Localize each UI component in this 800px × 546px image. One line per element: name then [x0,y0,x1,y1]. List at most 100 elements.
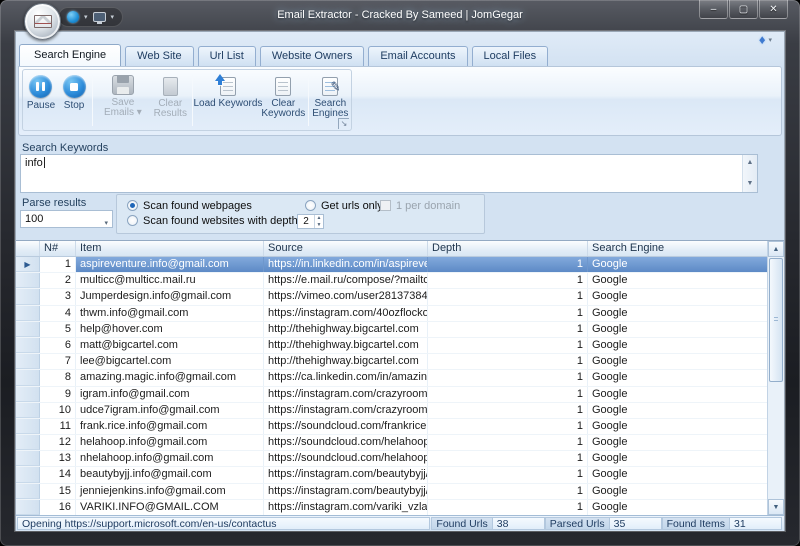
scroll-down-icon[interactable]: ▼ [768,499,784,515]
table-row[interactable]: 15 jenniejenkins.info@gmail.com https://… [16,483,767,500]
header-item[interactable]: Item [76,241,264,256]
table-row[interactable]: 7 lee@bigcartel.com http://thehighway.bi… [16,354,767,371]
cell-number: 13 [40,451,76,467]
table-row[interactable]: 3 Jumperdesign.info@gmail.com https://vi… [16,289,767,306]
cell-item: jenniejenkins.info@gmail.com [76,483,264,499]
parse-results-label: Parse results [22,197,87,209]
cell-source: http://thehighway.bigcartel.com [264,321,428,337]
cell-source: https://instagram.com/crazyroomss/ [264,386,428,402]
cell-search-engine: Google [592,290,628,303]
close-button[interactable]: ✕ [759,0,788,19]
table-row[interactable]: 10 udce7igram.info@gmail.com https://ins… [16,402,767,419]
parse-results-select[interactable]: 100 ▾ [20,210,113,228]
parsed-urls-label: Parsed Urls [544,517,610,530]
stop-button[interactable]: Stop [58,72,90,129]
cell-search-engine: Google [592,322,628,335]
maximize-button[interactable]: ▢ [729,0,758,19]
cell-item: nhelahoop.info@gmail.com [76,451,264,467]
row-indicator [16,483,40,499]
table-row[interactable]: 5 help@hover.com http://thehighway.bigca… [16,321,767,338]
cell-source: https://instagram.com/crazyroomss/ [264,402,428,418]
titlebar[interactable]: ▾ ▾ Email Extractor - Cracked By Sameed … [0,0,800,40]
tab-email-accounts[interactable]: Email Accounts [368,46,468,66]
keywords-scrollbar[interactable]: ▲ ▼ [742,155,757,192]
row-indicator [16,354,40,370]
cell-search-engine: Google [592,306,628,319]
cell-item: frank.rice.info@gmail.com [76,418,264,435]
ribbon-panel: Pause Stop Save Emails ▾ Clear Results L… [18,66,782,136]
scroll-up-icon[interactable]: ▲ [743,157,757,169]
header-source[interactable]: Source [264,241,428,256]
row-indicator [16,273,40,289]
cell-source: https://in.linkedin.com/in/aspireventure [264,257,428,273]
tab-web-site[interactable]: Web Site [125,46,194,66]
found-urls-value: 38 [492,517,545,530]
cell-number: 12 [40,435,76,451]
cell-number: 9 [40,386,76,402]
cell-source: https://vimeo.com/user28137384 [264,289,428,305]
cell-number: 7 [40,354,76,370]
tab-local-files[interactable]: Local Files [471,46,549,66]
table-row[interactable]: 13 nhelahoop.info@gmail.com https://soun… [16,451,767,468]
style-selector[interactable]: ♦ ▾ [758,32,772,47]
table-row[interactable]: 8 amazing.magic.info@gmail.com https://c… [16,370,767,387]
cell-depth: 1 [428,499,588,515]
cell-number: 4 [40,305,76,321]
cell-search-engine: Google [592,436,628,449]
radio-scan-depth[interactable] [127,215,138,226]
found-urls-label: Found Urls [431,517,493,530]
per-domain-checkbox[interactable] [380,200,391,211]
results-table: N# Item Source Depth Search Engine ▶ 1 a… [16,240,784,515]
table-row[interactable]: 14 beautybyjj.info@gmail.com https://ins… [16,467,767,484]
cell-depth: 1 [428,321,588,337]
table-row[interactable]: 16 VARIKI.INFO@GMAIL.COM https://instagr… [16,499,767,515]
stepper-arrows[interactable]: ▲ ▼ [314,215,323,228]
table-row[interactable]: 11 frank.rice.info@gmail.com https://sou… [16,418,767,436]
depth-stepper[interactable]: 2 ▲ ▼ [297,214,324,229]
app-menu-orb[interactable] [24,3,61,40]
minimize-button[interactable]: – [699,0,728,19]
cell-item: udce7igram.info@gmail.com [76,402,264,418]
cell-depth: 1 [428,467,588,483]
keywords-value: info [25,157,43,169]
table-row[interactable]: 9 igram.info@gmail.com https://instagram… [16,386,767,403]
cell-search-engine: Google [592,387,628,400]
gem-icon: ♦ [758,32,766,47]
scroll-up-icon[interactable]: ▲ [768,241,784,257]
load-keywords-icon [214,74,236,96]
table-row[interactable]: 2 multicc@multicc.mail.ru https://e.mail… [16,273,767,290]
pause-icon [29,75,53,98]
table-row[interactable]: 4 thwm.info@gmail.com https://instagram.… [16,305,767,322]
cell-search-engine: Google [592,484,628,497]
search-engines-icon: ✎ [322,77,342,96]
status-message: Opening https://support.microsoft.com/en… [17,517,431,530]
client-area: ♦ ▾ Search Engine Web Site Url List Webs… [15,31,785,531]
table-row[interactable]: 6 matt@bigcartel.com http://thehighway.b… [16,337,767,355]
search-keywords-input[interactable]: info ▲ ▼ [20,154,758,193]
load-keywords-button[interactable]: Load Keywords [193,72,262,129]
cell-depth: 1 [428,418,588,435]
pause-button[interactable]: Pause [24,72,58,129]
tab-website-owners[interactable]: Website Owners [259,46,365,66]
row-indicator [16,402,40,418]
tab-url-list[interactable]: Url List [197,46,256,66]
row-indicator [16,386,40,402]
spin-up-icon: ▲ [316,215,322,222]
header-number[interactable]: N# [40,241,76,256]
app-window: ▾ ▾ Email Extractor - Cracked By Sameed … [0,0,800,546]
table-row[interactable]: ▶ 1 aspireventure.info@gmail.com https:/… [16,257,767,274]
save-emails-button[interactable]: Save Emails ▾ [95,72,150,129]
clear-results-button[interactable]: Clear Results [151,72,190,129]
cell-source: https://e.mail.ru/compose/?mailto=mailt… [264,273,428,289]
clear-keywords-button[interactable]: Clear Keywords [261,72,306,129]
tab-search-engine[interactable]: Search Engine [19,44,122,66]
radio-get-urls-only[interactable] [305,200,316,211]
radio-scan-webpages[interactable] [127,200,138,211]
header-depth[interactable]: Depth [428,241,588,256]
scroll-down-icon[interactable]: ▼ [743,178,757,190]
table-scrollbar[interactable]: ▲ ▼ [767,241,784,515]
dialog-launcher-icon[interactable]: ↘ [338,118,349,129]
scrollbar-thumb[interactable] [769,258,783,382]
header-search-engine[interactable]: Search Engine [588,241,784,256]
table-row[interactable]: 12 helahoop.info@gmail.com https://sound… [16,435,767,452]
